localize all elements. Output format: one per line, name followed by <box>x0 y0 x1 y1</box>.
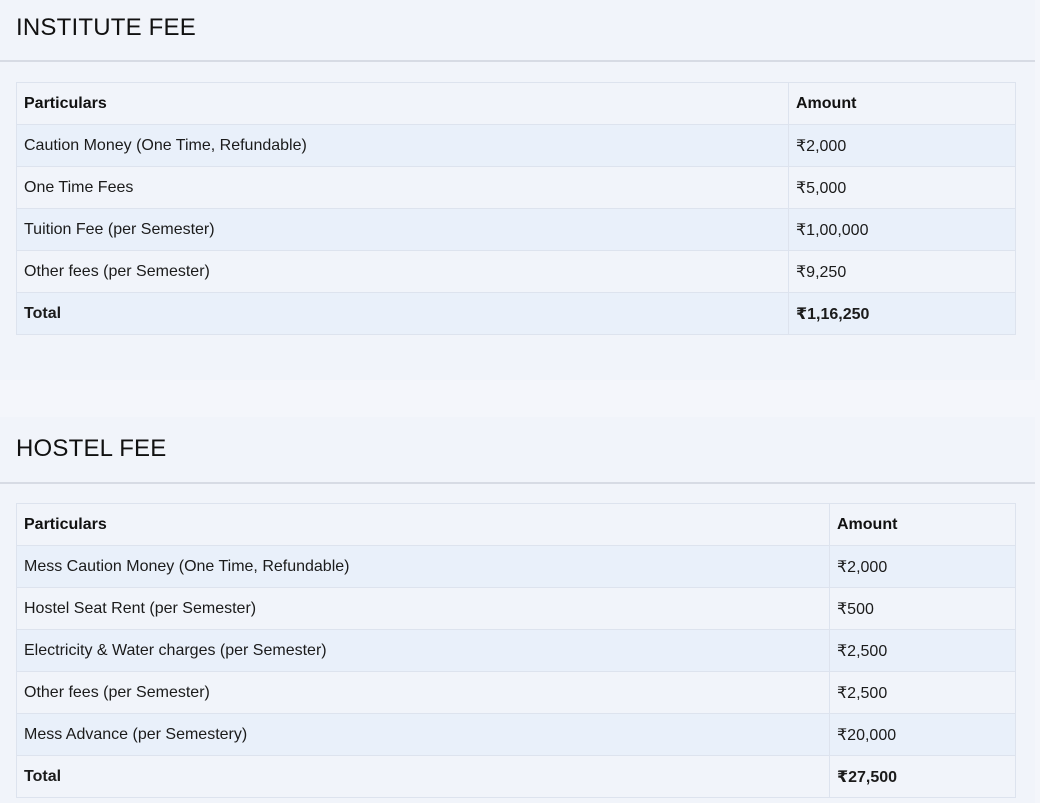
particular-cell: Hostel Seat Rent (per Semester) <box>16 587 830 630</box>
amount-cell: ₹5,000 <box>788 166 1016 209</box>
particular-cell: Mess Advance (per Semestery) <box>16 713 830 756</box>
table-row: Electricity & Water charges (per Semeste… <box>16 629 1016 672</box>
particulars-header: Particulars <box>16 503 830 546</box>
amount-cell: ₹2,000 <box>788 124 1016 167</box>
hostel-fee-table: Particulars Amount Mess Caution Money (O… <box>16 503 1016 798</box>
table-row: Mess Advance (per Semestery) ₹20,000 <box>16 713 1016 756</box>
amount-header: Amount <box>788 82 1016 125</box>
amount-cell: ₹20,000 <box>829 713 1016 756</box>
amount-cell: ₹1,00,000 <box>788 208 1016 251</box>
amount-cell: ₹2,000 <box>829 545 1016 588</box>
amount-cell: ₹2,500 <box>829 629 1016 672</box>
table-row: Other fees (per Semester) ₹2,500 <box>16 671 1016 714</box>
institute-fee-section: INSTITUTE FEE Particulars Amount Caution… <box>0 0 1035 380</box>
total-row: Total ₹1,16,250 <box>16 292 1016 335</box>
particular-cell: Tuition Fee (per Semester) <box>16 208 789 251</box>
particulars-header: Particulars <box>16 82 789 125</box>
table-header-row: Particulars Amount <box>16 503 1016 546</box>
amount-cell: ₹2,500 <box>829 671 1016 714</box>
particular-cell: Mess Caution Money (One Time, Refundable… <box>16 545 830 588</box>
table-row: Tuition Fee (per Semester) ₹1,00,000 <box>16 208 1016 251</box>
amount-cell: ₹500 <box>829 587 1016 630</box>
table-row: Caution Money (One Time, Refundable) ₹2,… <box>16 124 1016 167</box>
total-row: Total ₹27,500 <box>16 755 1016 798</box>
section-divider <box>0 482 1035 484</box>
hostel-fee-title: HOSTEL FEE <box>16 435 167 462</box>
institute-fee-title: INSTITUTE FEE <box>16 14 196 41</box>
amount-header: Amount <box>829 503 1016 546</box>
table-row: Other fees (per Semester) ₹9,250 <box>16 250 1016 293</box>
particular-cell: Other fees (per Semester) <box>16 250 789 293</box>
total-amount: ₹1,16,250 <box>788 292 1016 335</box>
amount-cell: ₹9,250 <box>788 250 1016 293</box>
total-label: Total <box>16 755 830 798</box>
particular-cell: Caution Money (One Time, Refundable) <box>16 124 789 167</box>
table-row: Mess Caution Money (One Time, Refundable… <box>16 545 1016 588</box>
particular-cell: Other fees (per Semester) <box>16 671 830 714</box>
table-header-row: Particulars Amount <box>16 82 1016 125</box>
hostel-fee-section: HOSTEL FEE Particulars Amount Mess Cauti… <box>0 417 1035 803</box>
particular-cell: One Time Fees <box>16 166 789 209</box>
institute-fee-table: Particulars Amount Caution Money (One Ti… <box>16 82 1016 335</box>
particular-cell: Electricity & Water charges (per Semeste… <box>16 629 830 672</box>
table-row: One Time Fees ₹5,000 <box>16 166 1016 209</box>
total-amount: ₹27,500 <box>829 755 1016 798</box>
section-divider <box>0 60 1035 62</box>
total-label: Total <box>16 292 789 335</box>
table-row: Hostel Seat Rent (per Semester) ₹500 <box>16 587 1016 630</box>
